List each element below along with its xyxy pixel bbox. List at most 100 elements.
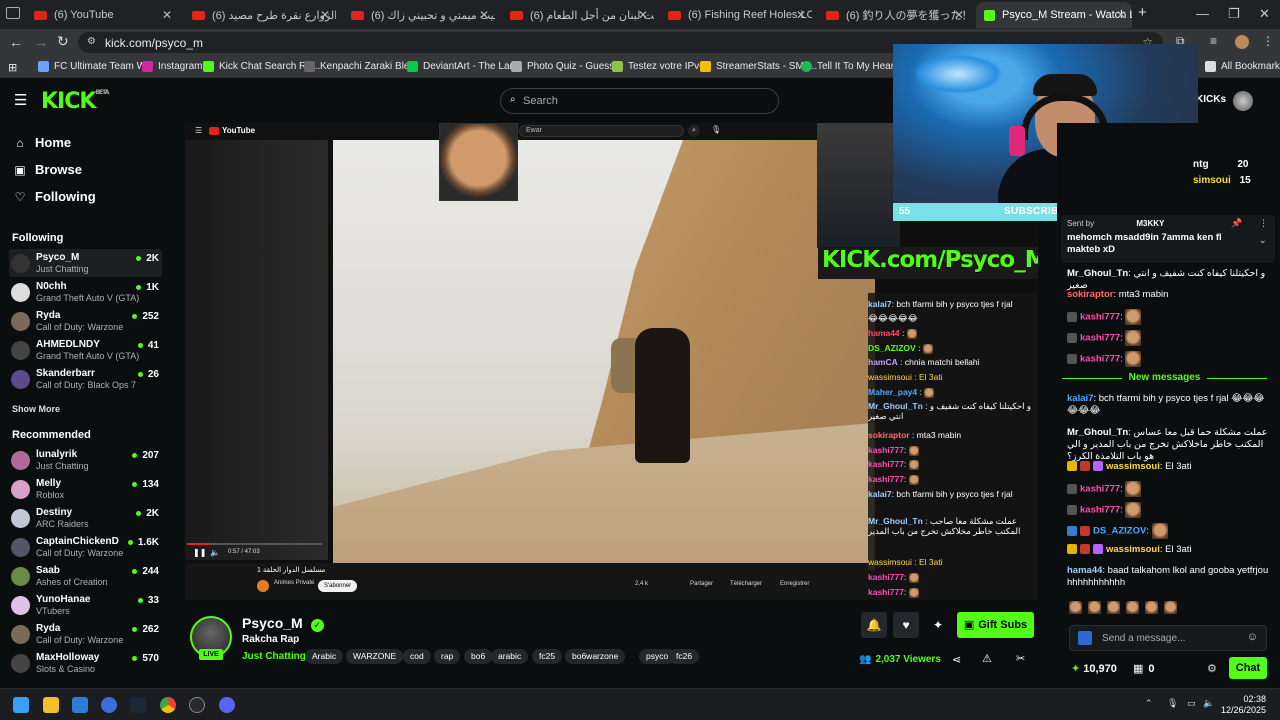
all-bookmarks[interactable]: All Bookmarks (1205, 61, 1280, 72)
close-tab-icon[interactable]: ✕ (320, 8, 330, 22)
sidebar-channel[interactable]: Ryda Call of Duty: Warzone 252 (9, 307, 162, 335)
sidebar-channel[interactable]: N0chh Grand Theft Auto V (GTA) 1K (9, 278, 162, 306)
stream-tag[interactable]: bo6warzone (565, 649, 626, 664)
nav-home[interactable]: ⌂ Home (13, 135, 71, 150)
volume-icon[interactable]: 🔈 (1203, 698, 1214, 709)
user-avatar[interactable] (1233, 91, 1253, 111)
nav-browse[interactable]: ▣ Browse (13, 162, 82, 177)
stream-tag[interactable]: fc26 (669, 649, 700, 664)
browser-tab[interactable]: (6) YouTube ✕ (26, 2, 178, 28)
apps-icon[interactable]: ⊞ (8, 61, 17, 74)
chat-username[interactable]: kashi777 (1080, 312, 1120, 323)
sidebar-channel[interactable]: Ryda Call of Duty: Warzone 262 (9, 620, 162, 648)
close-tab-icon[interactable]: ✕ (638, 8, 648, 22)
menu-icon[interactable]: ⋮ (1262, 34, 1274, 48)
file-explorer-icon[interactable] (43, 697, 59, 713)
kick-logo[interactable]: KICKBETA (41, 89, 109, 114)
sparkle-icon[interactable]: ✦ (925, 612, 951, 638)
nav-following[interactable]: ♡ Following (13, 189, 96, 204)
streamer-name[interactable]: Psyco_M ✓ (242, 615, 324, 632)
emoji-icon[interactable]: ☺ (1247, 631, 1258, 643)
chat-username[interactable]: kashi777 (1080, 333, 1120, 344)
minimize-icon[interactable]: — (1196, 6, 1209, 21)
close-tab-icon[interactable]: ✕ (479, 8, 489, 22)
bookmark[interactable]: Photo Quiz - Guess... (511, 61, 623, 72)
close-tab-icon[interactable]: ✕ (162, 8, 172, 22)
chat-username[interactable]: kashi777 (1080, 484, 1120, 495)
chat-send-button[interactable]: Chat (1229, 657, 1267, 679)
stream-tag[interactable]: rap (434, 649, 461, 664)
bookmark[interactable]: Kenpachi Zaraki Ble... (304, 61, 418, 72)
app-icon[interactable] (101, 697, 117, 713)
forward-icon[interactable]: → (34, 34, 48, 50)
sidebar-channel[interactable]: Melly Roblox 134 (9, 475, 162, 503)
system-clock[interactable]: 02:38 12/26/2025 (1221, 694, 1266, 716)
follow-heart-icon[interactable]: ♥ (893, 612, 919, 638)
browser-tab[interactable]: (6) Fishing Reef Holes LOADED✕ (660, 2, 812, 28)
sidebar-channel[interactable]: YunoHanae VTubers 33 (9, 591, 162, 619)
network-icon[interactable]: ▭ (1187, 698, 1196, 709)
sidebar-channel[interactable]: MaxHolloway Slots & Casino 570 (9, 649, 162, 677)
emote[interactable] (1126, 601, 1139, 614)
new-tab-button[interactable]: + (1138, 4, 1147, 21)
close-tab-icon[interactable]: ✕ (954, 8, 964, 22)
sidebar-channel[interactable]: lunalyrik Just Chatting 207 (9, 446, 162, 474)
chat-username[interactable]: wassimsoui (1106, 544, 1160, 555)
stream-category[interactable]: Just Chatting (242, 651, 306, 662)
bookmark[interactable]: FC Ultimate Team W... (38, 61, 154, 72)
pin-icon[interactable]: 📌 (1231, 218, 1242, 229)
browser-tab[interactable]: (6) دخلت لبنان من أجل الطعام...✕ (502, 2, 654, 28)
chat-input[interactable]: Send a message... ☺ (1069, 625, 1267, 651)
chat-settings-icon[interactable]: ⚙ (1207, 662, 1217, 675)
sidebar-channel[interactable]: CaptainChickenD Call of Duty: Warzone 1.6K (9, 533, 162, 561)
pinned-menu-icon[interactable]: ⋮ (1259, 218, 1268, 229)
chat-username[interactable]: kalai7 (1067, 393, 1093, 404)
gift-subs-button[interactable]: ▣ Gift Subs (957, 612, 1034, 638)
sidebar-channel[interactable]: Destiny ARC Raiders 2K (9, 504, 162, 532)
browser-tab-active[interactable]: Psyco_M Stream - Watch Li ✕ (976, 2, 1132, 28)
share-icon[interactable]: ⋖ (952, 653, 961, 666)
site-info-icon[interactable]: ⚙ (87, 36, 96, 47)
tray-chevron-icon[interactable]: ⌃ (1145, 698, 1153, 709)
stream-tag[interactable]: cod (403, 649, 431, 664)
chat-username[interactable]: Mr_Ghoul_Tn (1067, 427, 1128, 438)
chat-username[interactable]: Mr_Ghoul_Tn (1067, 268, 1128, 279)
profile-avatar[interactable] (1235, 35, 1249, 49)
browser-tab[interactable]: (6) كان جيت ميمتي و تحبيني زاك✕ (343, 2, 495, 28)
hamburger-menu-icon[interactable]: ☰ (14, 91, 27, 109)
tab-search-icon[interactable] (6, 7, 20, 19)
emote[interactable] (1164, 601, 1177, 614)
chat-username[interactable]: kashi777 (1080, 354, 1120, 365)
mic-tray-icon[interactable]: 🎙 (1167, 698, 1178, 709)
sidebar-channel[interactable]: Psyco_M Just Chatting 2K (9, 249, 162, 277)
show-more-link[interactable]: Show More (12, 404, 60, 414)
close-tab-icon[interactable]: ✕ (796, 8, 806, 22)
pinned-message[interactable]: Sent by M3KKY 📌 ⋮ mehomch msadd9in 7amma… (1061, 215, 1275, 263)
media-icon[interactable]: ≡ (1210, 34, 1217, 48)
close-tab-icon[interactable]: ✕ (1116, 8, 1126, 22)
kicks-balance[interactable]: ✦ 10,970 (1071, 662, 1117, 675)
browser-tab[interactable]: (6) شط الزوارع نقرة طرح مصيد✕ (184, 2, 336, 28)
stream-tag[interactable]: fc25 (532, 649, 563, 664)
notification-bell-icon[interactable]: 🔔 (861, 612, 887, 638)
stream-tag[interactable]: Arabic (305, 649, 344, 664)
sidebar-channel[interactable]: Skanderbarr Call of Duty: Black Ops 7 26 (9, 365, 162, 393)
back-icon[interactable]: ← (9, 34, 23, 50)
emote[interactable] (1069, 601, 1082, 614)
bookmark[interactable]: Kick Chat Search Re... (203, 61, 320, 72)
bookmark[interactable]: StreamerStats - SMF... (700, 61, 817, 72)
stream-tag[interactable]: arabic (491, 649, 529, 664)
windows-start-icon[interactable] (13, 697, 29, 713)
emote[interactable] (1107, 601, 1120, 614)
sidebar-channel[interactable]: AHMEDLNDY Grand Theft Auto V (GTA) 41 (9, 336, 162, 364)
kicks-button[interactable]: KICKs (1196, 94, 1226, 105)
browser-tab[interactable]: (6) 釣り人の夢を獲った！堤防から✕ (818, 2, 970, 28)
chat-username[interactable]: hama44 (1067, 565, 1102, 576)
stream-tag[interactable]: WARZONE (346, 649, 404, 664)
stream-tag[interactable]: bo6 (464, 649, 493, 664)
bookmark[interactable]: Instagram (142, 61, 202, 72)
bookmark[interactable]: Testez votre IPv6. (612, 61, 707, 72)
bookmark[interactable]: DeviantArt - The Lar... (407, 61, 521, 72)
chat-username[interactable]: sokiraptor (1067, 289, 1113, 300)
emote[interactable] (1088, 601, 1101, 614)
